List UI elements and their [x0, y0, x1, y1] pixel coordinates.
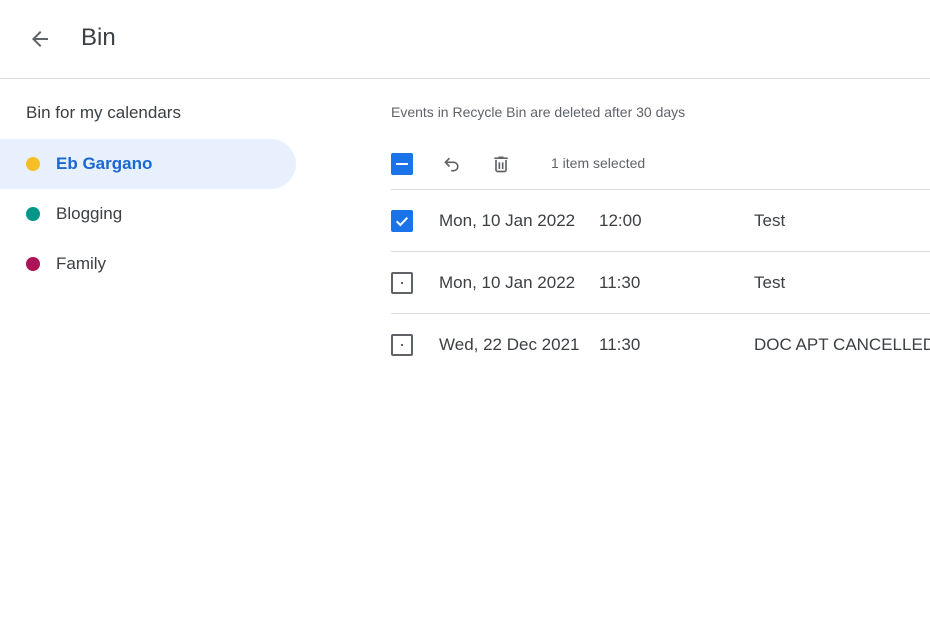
event-checkbox[interactable] [391, 210, 413, 232]
calendar-label: Family [56, 254, 107, 273]
sidebar-item-blogging[interactable]: Blogging [0, 189, 296, 239]
trash-icon [494, 156, 508, 173]
event-row[interactable]: Wed, 22 Dec 2021 11:30 DOC APT CANCELLED [391, 313, 930, 375]
app-header: Bin [0, 0, 930, 79]
event-checkbox[interactable] [391, 334, 413, 356]
calendar-color-dot [26, 207, 40, 221]
sidebar-heading: Bin for my calendars [26, 103, 181, 122]
event-row[interactable]: Mon, 10 Jan 2022 12:00 Test [391, 189, 930, 251]
calendar-label: Eb Gargano [56, 154, 153, 173]
checkbox-dot [401, 282, 403, 284]
page-title: Bin [81, 24, 116, 51]
event-title: Test [754, 273, 786, 292]
select-all-checkbox[interactable] [391, 153, 413, 175]
checkbox-dot [401, 344, 403, 346]
delete-forever-button[interactable] [487, 150, 515, 178]
sidebar-item-eb-gargano[interactable]: Eb Gargano [0, 139, 296, 189]
event-time: 12:00 [599, 211, 642, 230]
bin-toolbar: 1 item selected [391, 150, 930, 178]
event-title: DOC APT CANCELLED [754, 335, 930, 354]
restore-button[interactable] [438, 150, 466, 178]
arrow-back-icon [32, 31, 48, 47]
calendar-label: Blogging [56, 204, 123, 223]
calendar-color-dot [26, 157, 40, 171]
back-button[interactable] [20, 19, 60, 59]
selection-count: 1 item selected [551, 155, 646, 171]
deleted-events-list: Mon, 10 Jan 2022 12:00 Test Mon, 10 Jan … [391, 189, 930, 375]
event-checkbox[interactable] [391, 272, 413, 294]
event-row[interactable]: Mon, 10 Jan 2022 11:30 Test [391, 251, 930, 313]
event-date: Mon, 10 Jan 2022 [439, 211, 576, 230]
event-date: Mon, 10 Jan 2022 [439, 273, 576, 292]
retention-info: Events in Recycle Bin are deleted after … [391, 104, 686, 120]
undo-icon [444, 157, 459, 172]
event-time: 11:30 [599, 273, 641, 292]
calendar-color-dot [26, 257, 40, 271]
indeterminate-dash-icon [396, 163, 408, 165]
event-time: 11:30 [599, 335, 641, 354]
checkmark-icon [395, 216, 409, 227]
sidebar-item-family[interactable]: Family [0, 239, 296, 289]
event-date: Wed, 22 Dec 2021 [439, 335, 580, 354]
event-title: Test [754, 211, 786, 230]
